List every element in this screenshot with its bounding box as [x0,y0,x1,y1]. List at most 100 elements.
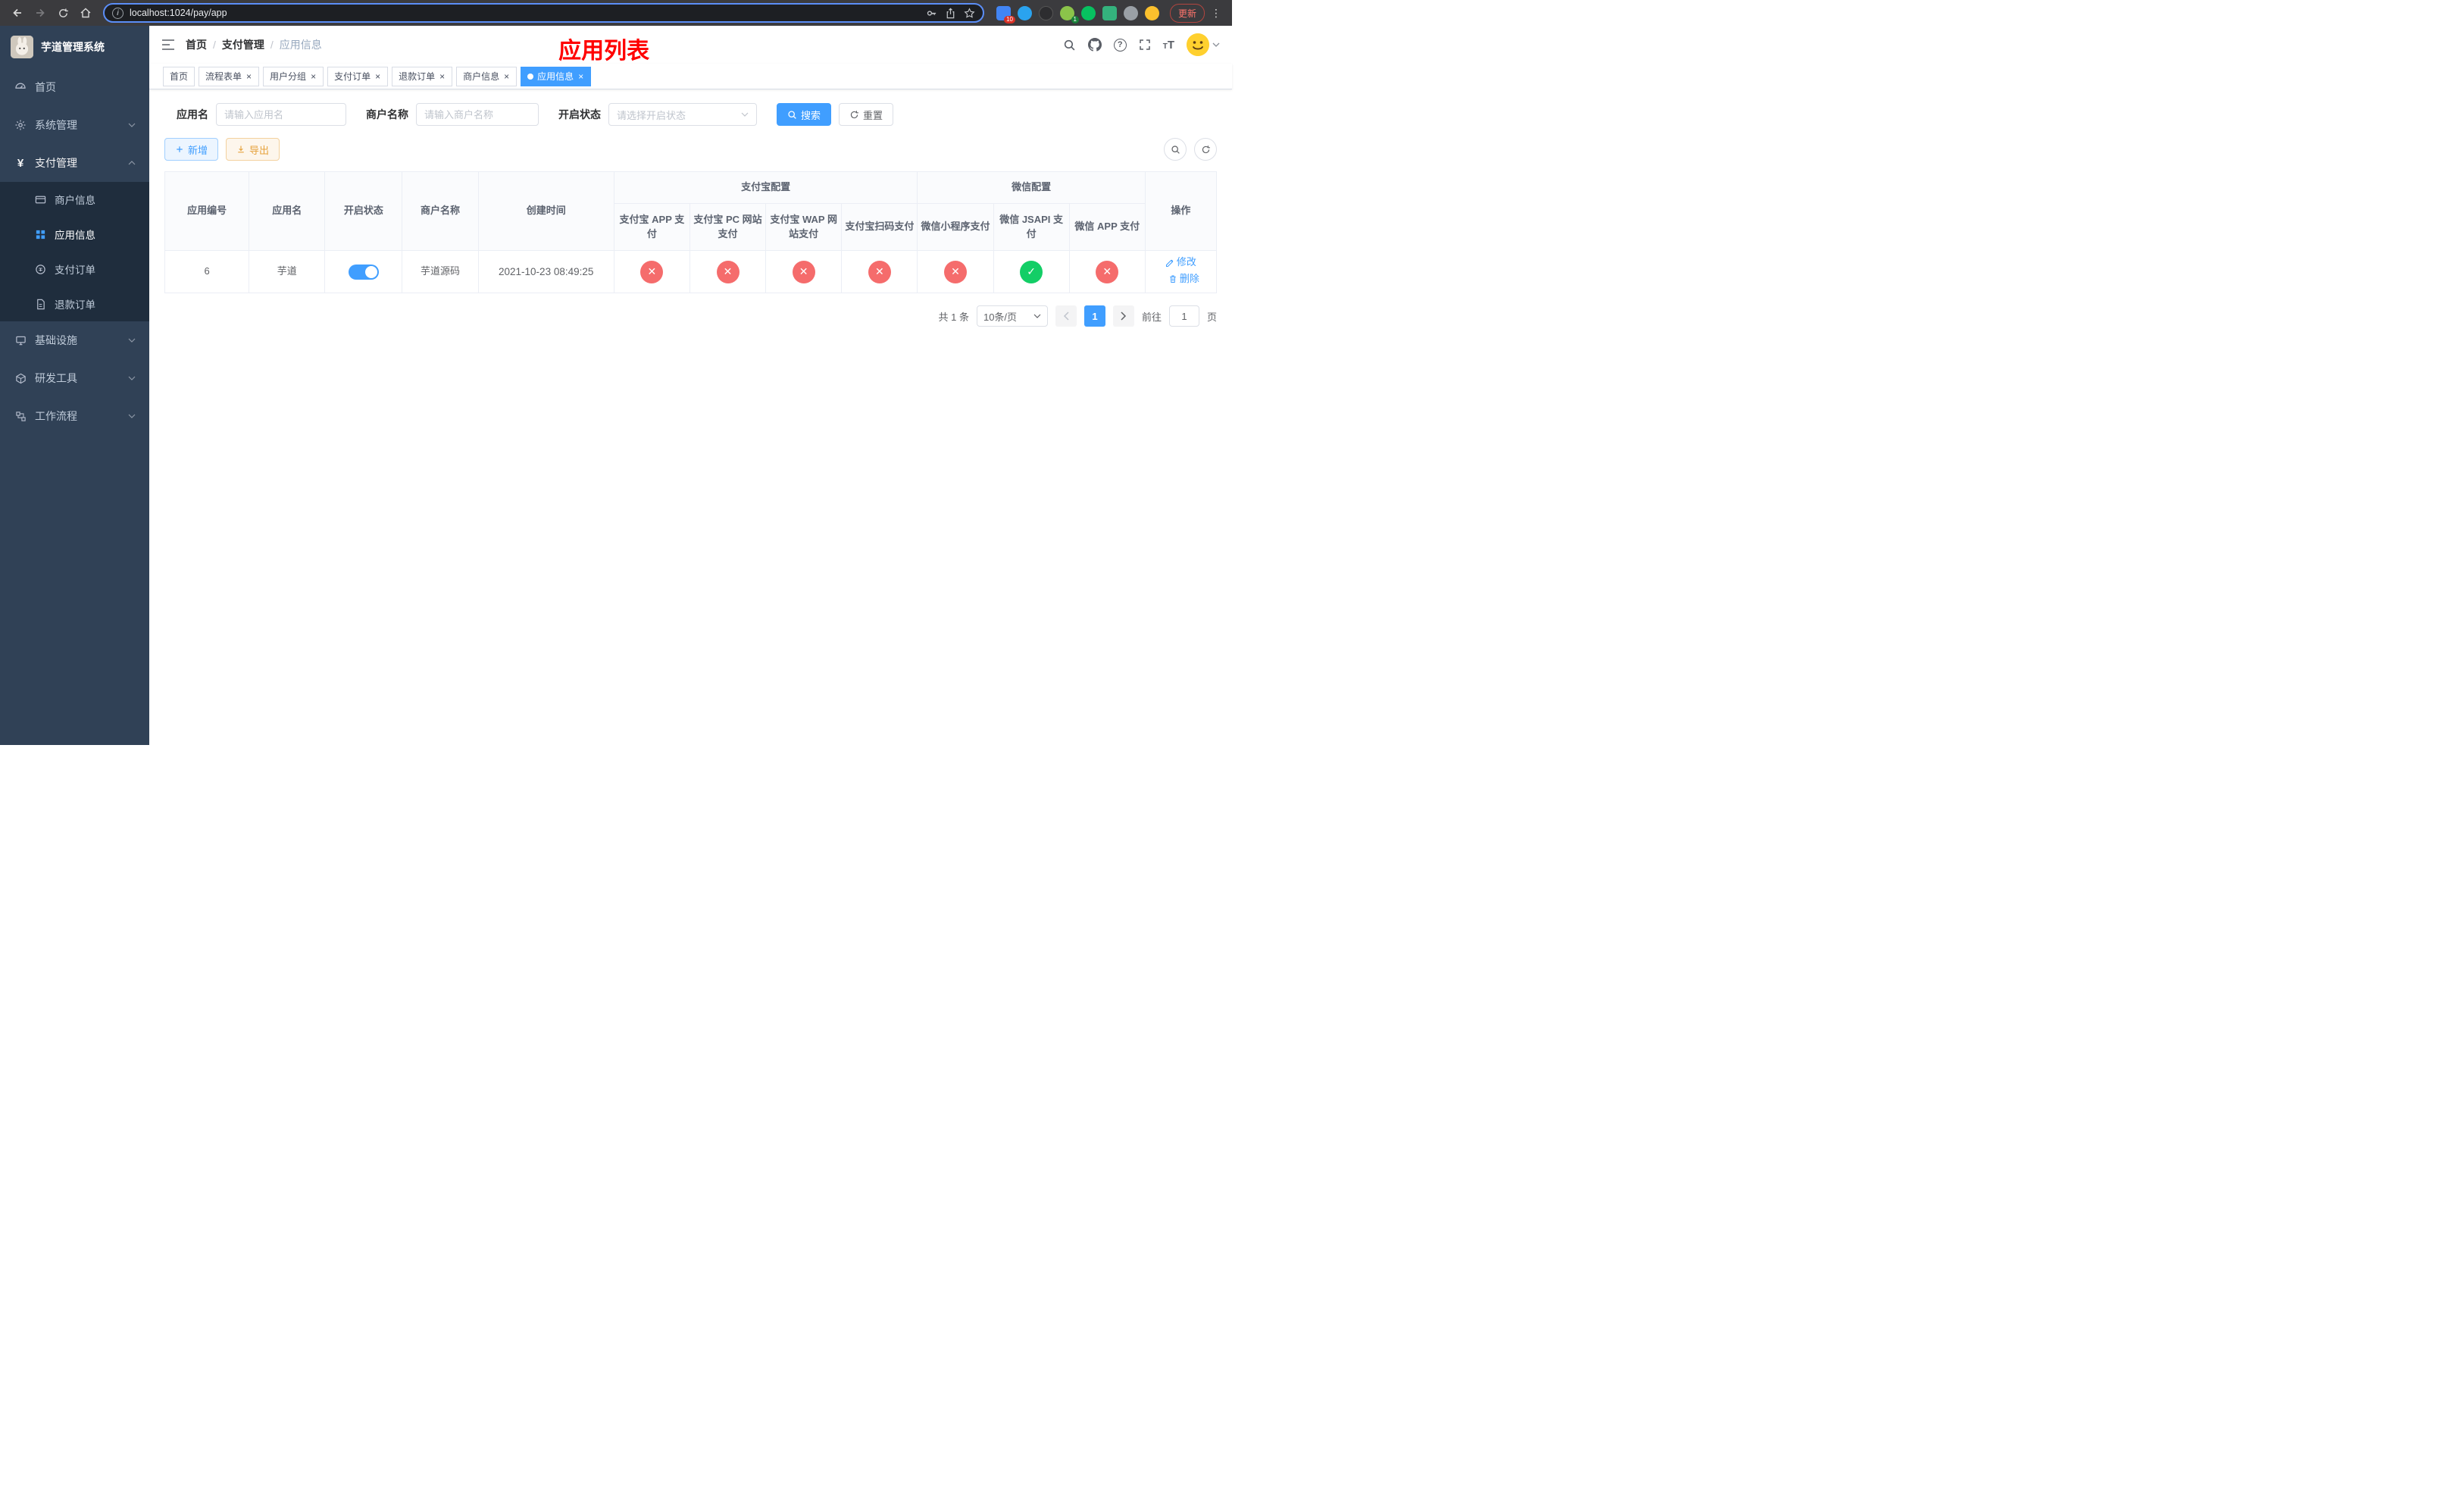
back-icon[interactable] [8,3,27,23]
tab-merchant-info[interactable]: 商户信息 × [456,66,518,86]
extension-icon-5[interactable] [1080,5,1096,20]
chevron-down-icon [128,123,136,127]
breadcrumb: 首页 / 支付管理 / 应用信息 [186,37,322,52]
col-status: 开启状态 [324,171,403,251]
sidebar-item-system[interactable]: 系统管理 [0,106,149,144]
alipay-pc-status-icon [716,260,740,283]
sidebar-item-refund-order[interactable]: 退款订单 [0,286,149,321]
table-header-row: 应用编号 应用名 开启状态 商户名称 创建时间 支付宝配置 微信配置 操作 [164,171,1218,251]
status-select[interactable]: 请选择开启状态 [608,103,757,126]
sidebar-item-dev-tools[interactable]: 研发工具 [0,359,149,397]
sidebar-item-app-info[interactable]: 应用信息 [0,217,149,252]
goto-page-input[interactable] [1168,305,1199,327]
help-icon[interactable]: ? [1113,38,1127,52]
pay-order-icon [33,264,47,275]
address-bar[interactable]: i localhost:1024/pay/app [103,3,984,23]
tab-app-info[interactable]: 应用信息 × [521,66,592,86]
close-icon[interactable]: × [374,72,381,81]
yen-icon: ¥ [17,156,24,170]
sidebar-item-label: 应用信息 [55,230,95,241]
prev-page-button[interactable] [1055,305,1077,327]
wechat-mini-status-icon [943,260,967,283]
chevron-left-icon [1063,311,1069,321]
browser-menu-icon[interactable]: ⋮ [1208,7,1224,20]
total-count: 共 1 条 [938,311,969,323]
next-page-button[interactable] [1112,305,1134,327]
breadcrumb-item-home[interactable]: 首页 [186,37,207,52]
font-size-icon[interactable]: TT [1163,39,1174,51]
bookmark-star-icon[interactable] [964,7,975,19]
close-icon[interactable]: × [439,72,446,81]
table-toolbar: 新增 导出 [164,138,1217,161]
search-button[interactable]: 搜索 [777,103,832,126]
header-search-icon[interactable] [1063,39,1076,52]
sidebar-item-label: 退款订单 [55,299,95,311]
tools-box-icon [14,373,27,384]
page-size-select[interactable]: 10条/页 [976,305,1048,327]
profile-avatar-icon[interactable] [1144,5,1159,20]
home-icon[interactable] [76,3,95,23]
sidebar-item-home[interactable]: 首页 [0,68,149,106]
tab-refund-order[interactable]: 退款订单 × [392,66,453,86]
page-title-annotation: 应用列表 [558,39,650,64]
puzzle-extensions-icon[interactable] [1123,5,1138,20]
password-key-icon[interactable] [926,8,937,19]
chevron-down-icon [1033,314,1041,318]
table-row: 6 芋道 芋道源码 2021-10-23 08:49:25 ✕ ✕ ✕ ✕ ✕ … [164,250,1218,293]
toggle-search-button[interactable] [1164,138,1187,161]
sidebar-item-workflow[interactable]: 工作流程 [0,397,149,435]
merchant-name-input[interactable] [416,103,539,126]
breadcrumb-item-current: 应用信息 [279,39,322,51]
sidebar-item-pay-order[interactable]: 支付订单 [0,252,149,286]
site-info-icon[interactable]: i [112,7,124,19]
sidebar-item-label: 支付管理 [35,157,77,169]
chevron-right-icon [1121,311,1127,321]
sidebar-item-payment[interactable]: ¥ 支付管理 [0,144,149,182]
status-toggle[interactable] [348,264,379,280]
extension-icon-2[interactable] [1017,5,1032,20]
download-icon [238,146,244,153]
refresh-table-button[interactable] [1194,138,1217,161]
close-icon[interactable]: × [310,72,317,81]
tab-home[interactable]: 首页 [163,66,195,86]
user-menu[interactable] [1187,33,1220,56]
extension-icon-1[interactable]: 10 [996,5,1015,23]
hamburger-icon[interactable] [161,39,175,50]
extension-icon-3[interactable] [1038,5,1053,20]
tab-pay-order[interactable]: 支付订单 × [327,66,389,86]
close-icon[interactable]: × [245,72,252,81]
tab-process-form[interactable]: 流程表单 × [199,66,260,86]
extension-icon-4[interactable]: 1 [1059,5,1079,23]
extension-icon-6[interactable] [1102,5,1117,20]
browser-window: i localhost:1024/pay/app 10 1 更新 ⋮ 芋道管理系… [0,0,1232,745]
logo-image [11,36,33,58]
cell-app-id: 6 [164,250,250,293]
forward-icon[interactable] [30,3,50,23]
col-wechat-jsapi: 微信 JSAPI 支付 [993,203,1070,251]
chrome-update-button[interactable]: 更新 [1169,3,1205,23]
reset-button[interactable]: 重置 [839,103,894,126]
chevron-down-icon [741,112,749,117]
edit-pencil-icon [1165,259,1174,267]
reload-icon[interactable] [53,3,73,23]
current-page-button[interactable]: 1 [1083,305,1105,327]
delete-link[interactable]: 删除 [1168,272,1199,286]
user-avatar [1187,33,1209,56]
col-alipay-qr: 支付宝扫码支付 [841,203,918,251]
share-icon[interactable] [945,8,956,19]
sidebar-item-infrastructure[interactable]: 基础设施 [0,321,149,359]
close-icon[interactable]: × [503,72,510,81]
sidebar-item-merchant-info[interactable]: 商户信息 [0,182,149,217]
fullscreen-icon[interactable] [1139,39,1151,51]
breadcrumb-item-payment[interactable]: 支付管理 [222,37,264,52]
github-icon[interactable] [1087,38,1102,52]
app-logo[interactable]: 芋道管理系统 [0,26,149,68]
edit-link[interactable]: 修改 [1165,255,1196,270]
app-name-input[interactable] [216,103,346,126]
close-icon[interactable]: × [577,72,584,81]
export-button[interactable]: 导出 [226,138,280,161]
col-alipay-wap: 支付宝 WAP 网站支付 [765,203,843,251]
cell-app-name: 芋道 [249,250,326,293]
tab-user-group[interactable]: 用户分组 × [263,66,324,86]
add-button[interactable]: 新增 [164,138,219,161]
